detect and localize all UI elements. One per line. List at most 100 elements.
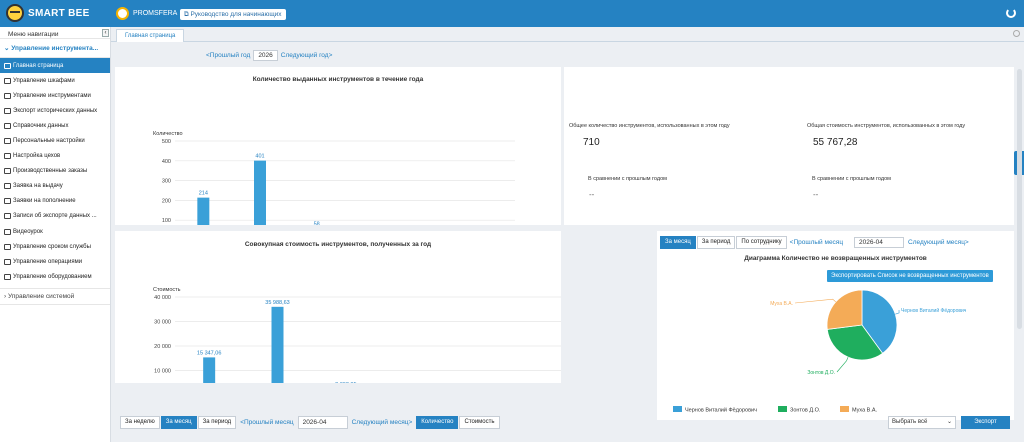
- issued-count-card: Количество выданных инструментов в течен…: [115, 67, 561, 251]
- tab-home[interactable]: Главная страница: [116, 29, 185, 42]
- menu-item-icon: [4, 183, 11, 190]
- power-icon[interactable]: [1006, 8, 1016, 18]
- year-field[interactable]: 2026: [253, 50, 278, 61]
- y-tick-label: 200: [162, 198, 171, 204]
- bar-value-label: 2 392,05: [335, 382, 356, 383]
- sidebar-item-label: Заявка на выдачу: [13, 183, 63, 190]
- sidebar-group2-label: Управление системой: [7, 293, 75, 301]
- sidebar-item[interactable]: Персональные настройки: [0, 133, 110, 148]
- app-title: SMART BEE: [28, 7, 90, 19]
- sidebar-item[interactable]: Управление инструментами: [0, 88, 110, 103]
- close-tabs-icon[interactable]: [1013, 30, 1020, 37]
- sidebar-item-label: Экспорт исторических данных: [13, 107, 98, 114]
- y-axis-label: Стоимость: [153, 287, 181, 293]
- org-name: PROMSFERA: [133, 10, 178, 17]
- pie-slice-label: Чернов Виталий Фёдорович: [901, 307, 967, 314]
- sidebar-item[interactable]: Экспорт исторических данных: [0, 103, 110, 118]
- period-week-button[interactable]: За неделю: [120, 416, 160, 429]
- pie-tab-employee[interactable]: По сотруднику: [736, 236, 787, 249]
- year-navigation: <Прошлый год 2026 Следующий год>: [206, 50, 332, 61]
- collapse-sidebar-button[interactable]: ‹: [102, 29, 109, 37]
- scrollbar[interactable]: [1017, 69, 1022, 329]
- y-tick-label: 500: [162, 139, 171, 145]
- legend-swatch: [840, 406, 849, 412]
- chart2-title: Совокупная стоимость инструментов, получ…: [244, 241, 432, 248]
- legend-swatch: [778, 406, 787, 412]
- sidebar-item[interactable]: Записи об экспорте данных ...: [0, 209, 110, 224]
- menu-item-icon: [4, 153, 11, 160]
- pie-next-month-link[interactable]: Следующий месяц>: [908, 239, 969, 246]
- sidebar-item-label: Управление сроком службы: [13, 243, 91, 250]
- count-compare-label: В сравнении с прошлым годом: [588, 176, 667, 182]
- menu-item-icon: [4, 168, 11, 175]
- pie-tab-period[interactable]: За период: [696, 236, 736, 249]
- y-tick-label: 40 000: [154, 295, 171, 301]
- pie-leader-line: [895, 309, 900, 315]
- sidebar-item[interactable]: Управление сроком службы: [0, 239, 110, 254]
- select-all-dropdown[interactable]: Выбрать всё ⌄: [888, 416, 956, 429]
- stats-card: Общее количество инструментов, использов…: [564, 67, 1014, 225]
- sidebar-item[interactable]: Главная страница: [0, 58, 110, 74]
- pie-tab-month[interactable]: За месяц: [660, 236, 696, 249]
- org-logo-icon: [116, 7, 129, 20]
- beginner-guide-button[interactable]: ⧉ Руководство для начинающих: [180, 9, 286, 20]
- bee-icon: [6, 4, 24, 22]
- select-all-label: Выбрать всё: [892, 419, 928, 425]
- total-count-value: 710: [583, 137, 600, 148]
- sidebar-item[interactable]: Управление оборудованием: [0, 269, 110, 284]
- count-compare-value: --: [589, 190, 595, 199]
- export-button[interactable]: Экспорт: [961, 416, 1010, 429]
- bar: [271, 306, 284, 395]
- sidebar-group-label: Управление инструмента...: [11, 45, 99, 52]
- month-field[interactable]: 2026-04: [297, 416, 348, 429]
- menu-item-icon: [4, 228, 11, 235]
- prev-month-link[interactable]: <Прошлый месяц: [240, 419, 293, 426]
- sidebar-group-tools[interactable]: ⌄ Управление инструмента...: [0, 39, 110, 58]
- top-bar: SMART BEE PROMSFERA ⧉ Руководство для на…: [0, 0, 1024, 27]
- sidebar-item[interactable]: Управление операциями: [0, 254, 110, 269]
- sidebar-item[interactable]: Настройка цехов: [0, 149, 110, 164]
- sidebar-title: Меню навигации: [8, 31, 59, 38]
- sidebar-item-label: Управление оборудованием: [13, 273, 92, 280]
- menu-item-icon: [4, 258, 11, 265]
- menu-item-icon: [4, 107, 11, 114]
- y-tick-label: 20 000: [154, 344, 171, 350]
- guide-label: Руководство для начинающих: [190, 11, 282, 18]
- issued-count-chart: Количество010020030040050021403401045805…: [153, 131, 537, 251]
- cost-compare-label: В сравнении с прошлым годом: [812, 176, 891, 182]
- sidebar-item[interactable]: Заявка на выдачу: [0, 179, 110, 194]
- sidebar-item[interactable]: Управление шкафами: [0, 73, 110, 88]
- pie-prev-month-link[interactable]: <Прошлый месяц: [790, 239, 843, 246]
- pie-month-field[interactable]: 2026-04: [854, 237, 905, 248]
- period-range-button[interactable]: За период: [197, 416, 237, 429]
- export-unreturned-button[interactable]: Экспортировать Список не возвращенных ин…: [827, 270, 993, 282]
- chevron-down-icon: ⌄: [946, 419, 952, 425]
- sidebar-item[interactable]: Заявки на пополнение: [0, 194, 110, 209]
- mode-count-button[interactable]: Количество: [416, 416, 459, 429]
- menu-item-icon: [4, 213, 11, 220]
- bottom-toolbar: За неделю За месяц За период <Прошлый ме…: [111, 416, 1024, 442]
- sidebar-item-label: Персональные настройки: [13, 138, 85, 145]
- sidebar-item[interactable]: Производственные заказы: [0, 164, 110, 179]
- sidebar-item-label: Настройка цехов: [13, 153, 61, 160]
- org-switcher[interactable]: PROMSFERA: [116, 7, 177, 20]
- y-tick-label: 10 000: [154, 369, 171, 375]
- sidebar-header: Меню навигации ‹: [0, 27, 110, 39]
- y-axis-label: Количество: [153, 131, 183, 137]
- menu-item-icon: [4, 122, 11, 129]
- pie-slice: [826, 289, 863, 330]
- main-area: Главная страница <Прошлый год 2026 Следу…: [111, 27, 1024, 442]
- prev-year-link[interactable]: <Прошлый год: [206, 52, 250, 59]
- mode-cost-button[interactable]: Стоимость: [459, 416, 500, 429]
- next-month-link[interactable]: Следующий месяц>: [352, 419, 413, 426]
- menu-item-icon: [4, 273, 11, 280]
- sidebar-item-label: Управление инструментами: [13, 92, 91, 99]
- next-year-link[interactable]: Следующий год>: [281, 52, 333, 59]
- sidebar-item-label: Справочник данных: [13, 122, 69, 129]
- sidebar-group-system[interactable]: › Управление системой: [0, 288, 110, 306]
- bar-value-label: 35 988,63: [265, 300, 289, 306]
- sidebar-item[interactable]: Справочник данных: [0, 118, 110, 133]
- chart1-title: Количество выданных инструментов в течен…: [252, 76, 424, 83]
- sidebar-item[interactable]: Видеоурок: [0, 224, 110, 239]
- period-month-button[interactable]: За месяц: [160, 416, 197, 429]
